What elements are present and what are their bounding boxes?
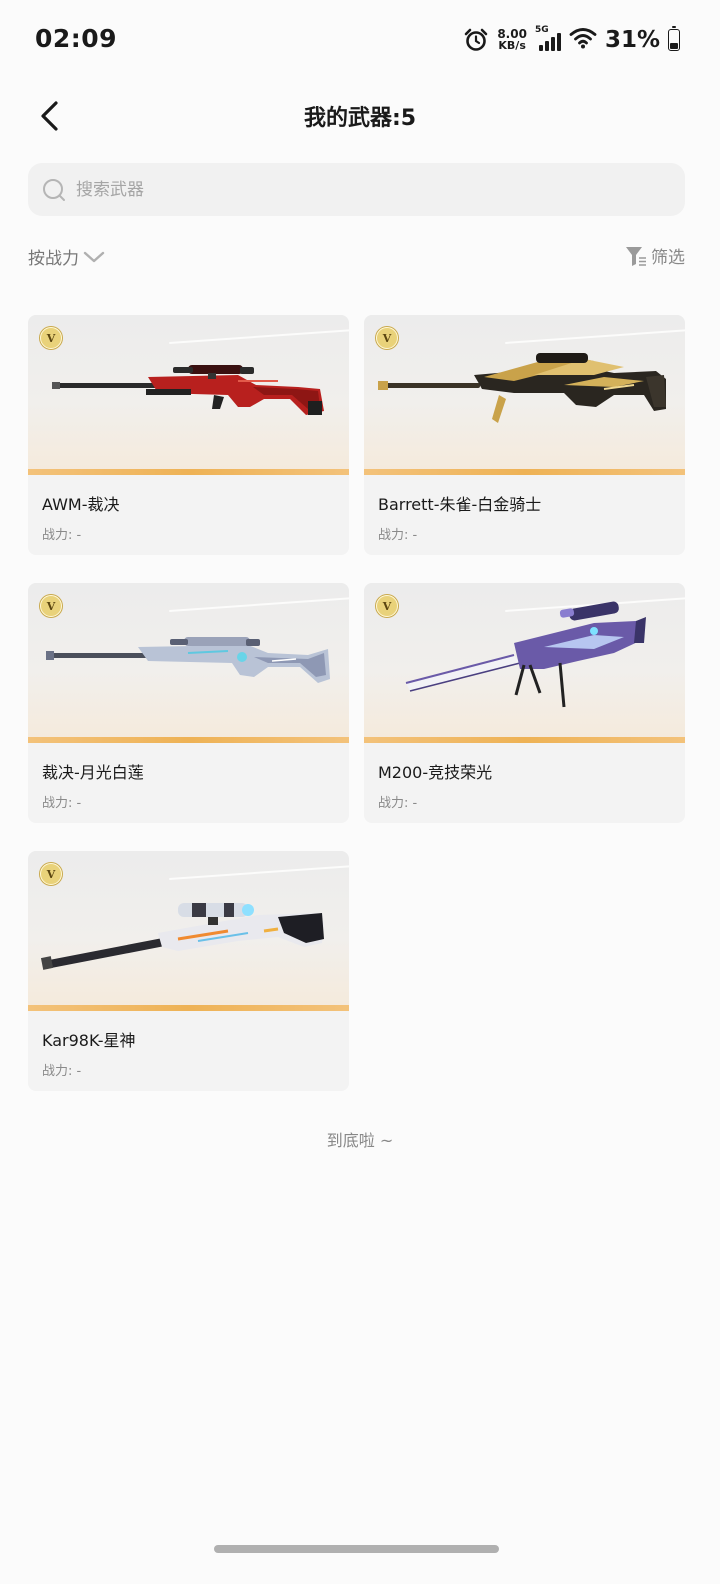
network-speed-unit: KB/s (498, 39, 526, 52)
m200-rifle-image (405, 601, 646, 708)
weapon-name: AWM-裁决 (42, 495, 120, 514)
end-of-list-text: 到底啦 ~ (326, 1131, 394, 1150)
system-icons: 8.00 KB/s 5G 31% (463, 24, 680, 56)
search-bar[interactable] (28, 163, 685, 216)
page-title: 我的武器:5 (303, 106, 417, 131)
weapon-image-area: V (28, 583, 349, 743)
kar98k-rifle-image (40, 903, 324, 970)
alarm-icon (463, 27, 489, 53)
weapon-name: Kar98K-星神 (42, 1031, 136, 1050)
filter-icon (626, 246, 646, 266)
awm-rifle-image (52, 365, 324, 415)
weapon-grid: V AWM-裁决 战力: - V Barrett-朱雀-白金骑士 战力: - V… (28, 315, 685, 1091)
weapon-card[interactable]: V Kar98K-星神 战力: - (28, 851, 349, 1091)
home-indicator[interactable] (214, 1545, 499, 1553)
search-input[interactable] (74, 178, 638, 201)
cellular-signal-icon: 5G (535, 25, 561, 53)
weapon-image-area: V (364, 583, 685, 743)
filter-button[interactable]: 筛选 (625, 243, 685, 268)
sort-dropdown[interactable]: 按战力 (28, 244, 105, 269)
status-bar: 02:09 8.00 KB/s 5G 31% (0, 0, 720, 80)
weapon-power: 战力: - (42, 528, 82, 543)
weapon-image-area: V (364, 315, 685, 475)
weapon-image-area: V (28, 851, 349, 1011)
weapon-card[interactable]: V 裁决-月光白莲 战力: - (28, 583, 349, 823)
status-time: 02:09 (35, 24, 118, 53)
weapon-power: 战力: - (42, 796, 82, 811)
wifi-icon (569, 27, 597, 53)
weapon-card[interactable]: V M200-竞技荣光 战力: - (364, 583, 685, 823)
battery-icon (668, 26, 680, 51)
weapon-name: Barrett-朱雀-白金骑士 (378, 495, 542, 514)
weapon-card[interactable]: V AWM-裁决 战力: - (28, 315, 349, 555)
network-speed: 8.00 KB/s (497, 28, 527, 52)
battery-percent: 31% (604, 27, 660, 53)
header: 我的武器:5 (0, 86, 720, 146)
weapon-power: 战力: - (42, 1064, 82, 1079)
chevron-down-icon (83, 251, 105, 262)
search-icon (43, 178, 65, 201)
weapon-power: 战力: - (378, 796, 418, 811)
filter-label: 筛选 (651, 248, 685, 268)
weapon-name: M200-竞技荣光 (378, 763, 493, 782)
weapon-name: 裁决-月光白莲 (42, 763, 144, 782)
barrett-rifle-image (378, 353, 666, 423)
weapon-card[interactable]: V Barrett-朱雀-白金骑士 战力: - (364, 315, 685, 555)
sort-label: 按战力 (28, 249, 79, 269)
weapon-image-area: V (28, 315, 349, 475)
weapon-power: 战力: - (378, 528, 418, 543)
moonlight-rifle-image (46, 637, 330, 683)
